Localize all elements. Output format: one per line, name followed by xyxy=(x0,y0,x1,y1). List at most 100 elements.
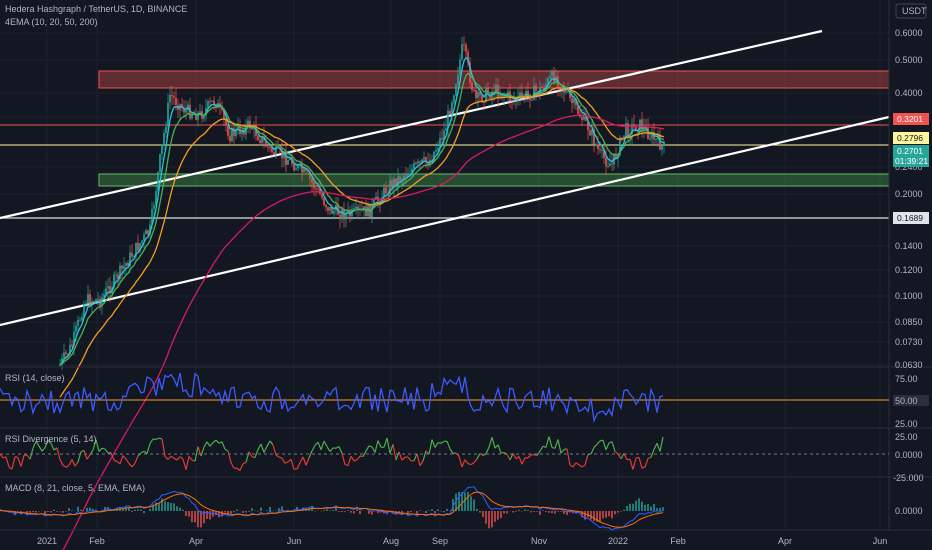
ema-lines xyxy=(59,56,665,550)
macd-bar xyxy=(650,506,652,511)
macd-bar xyxy=(182,509,184,511)
macd-bar xyxy=(641,501,643,511)
macd-bar xyxy=(71,510,73,511)
candle xyxy=(463,44,465,46)
candle xyxy=(65,352,67,354)
macd-bar xyxy=(524,509,526,511)
macd-bar xyxy=(209,511,211,520)
macd-bar xyxy=(335,507,337,511)
macd-bar xyxy=(608,511,610,517)
candle xyxy=(449,110,451,115)
candle xyxy=(589,130,591,136)
macd-bar xyxy=(233,511,235,513)
candle xyxy=(661,145,663,150)
candle xyxy=(563,89,565,93)
macd-bar xyxy=(488,511,490,529)
time-tick: Sep xyxy=(432,536,448,546)
price-ticks: 0.60000.50000.40000.34000.24000.20000.14… xyxy=(895,28,923,370)
macd-bar xyxy=(479,511,481,513)
rsi-tick: 75.00 xyxy=(895,374,918,384)
candle xyxy=(353,208,355,210)
candle xyxy=(311,178,313,183)
macd-bar xyxy=(560,511,562,512)
candle xyxy=(459,59,461,75)
macd-bar xyxy=(143,511,145,514)
candle xyxy=(639,119,641,132)
candle xyxy=(191,114,193,119)
macd-bar xyxy=(425,511,427,514)
macd-bar xyxy=(611,511,613,519)
candle xyxy=(385,187,387,194)
macd-bar xyxy=(620,511,622,512)
macd-bar xyxy=(251,508,253,511)
candle xyxy=(497,84,499,98)
macd-bar xyxy=(527,510,529,511)
candle xyxy=(85,303,87,305)
candle xyxy=(519,92,521,96)
candle xyxy=(417,161,419,164)
candle xyxy=(465,44,467,52)
macd-bar xyxy=(245,511,247,513)
macd-bar xyxy=(236,509,238,511)
candle xyxy=(481,95,483,102)
candle xyxy=(247,120,249,125)
candle xyxy=(203,115,205,119)
macd-bar xyxy=(341,511,343,513)
time-tick: Jun xyxy=(873,536,888,546)
macd-bar xyxy=(449,510,451,511)
macd-bar xyxy=(464,492,466,511)
time-ticks: 2021 Feb Apr Jun Aug Sep Nov 2022 Feb Apr Jun xyxy=(37,536,887,546)
macd-title: MACD (8, 21, close, 5, EMA, EMA) xyxy=(5,483,145,493)
candle xyxy=(323,197,325,205)
macd-bar xyxy=(53,509,55,511)
lower-channel-line xyxy=(0,115,890,327)
candle xyxy=(185,109,187,113)
macd-bar xyxy=(56,511,58,512)
candle xyxy=(209,101,211,103)
candle xyxy=(77,319,79,326)
rsi-div-tick: -25.000 xyxy=(893,473,924,483)
candle xyxy=(441,137,443,140)
signal-line xyxy=(0,491,664,528)
time-tick: Apr xyxy=(778,536,792,546)
candle xyxy=(573,99,575,104)
macd-bar xyxy=(356,509,358,511)
macd-bar xyxy=(536,511,538,512)
macd-bar xyxy=(494,511,496,522)
rsi-tick: 25.00 xyxy=(895,419,918,429)
macd-bar xyxy=(539,511,541,515)
macd-bar xyxy=(86,507,88,511)
candle xyxy=(251,128,253,130)
candle xyxy=(413,163,415,169)
macd-bar xyxy=(497,511,499,520)
chart-canvas[interactable]: Hedera Hashgraph / TetherUS, 1D, BINANCE… xyxy=(0,0,932,550)
macd-bar xyxy=(467,491,469,511)
macd-bar xyxy=(149,509,151,511)
price-tick: 0.1200 xyxy=(895,265,923,275)
candle xyxy=(511,100,513,102)
candle xyxy=(97,298,99,300)
candle xyxy=(163,133,165,145)
macd-bar xyxy=(248,511,250,512)
macd-bar xyxy=(647,504,649,511)
macd-bar xyxy=(353,511,355,514)
time-tick: 2021 xyxy=(37,536,57,546)
candle xyxy=(461,44,463,60)
macd-bar xyxy=(338,511,340,512)
macd-bar xyxy=(599,511,601,523)
macd-bar xyxy=(260,507,262,511)
zones xyxy=(0,29,890,327)
candle xyxy=(445,128,447,131)
candle xyxy=(355,206,357,209)
macd-bar xyxy=(431,509,433,511)
candle xyxy=(391,180,393,188)
currency-label[interactable]: USDT xyxy=(902,6,927,16)
candle xyxy=(71,344,73,346)
macd-bar xyxy=(470,496,472,511)
candle xyxy=(333,210,335,214)
macd-bar xyxy=(266,510,268,511)
rsi-divergence-line xyxy=(0,436,664,471)
candle xyxy=(157,172,159,192)
macd-bar xyxy=(410,511,412,513)
candle xyxy=(627,123,629,136)
